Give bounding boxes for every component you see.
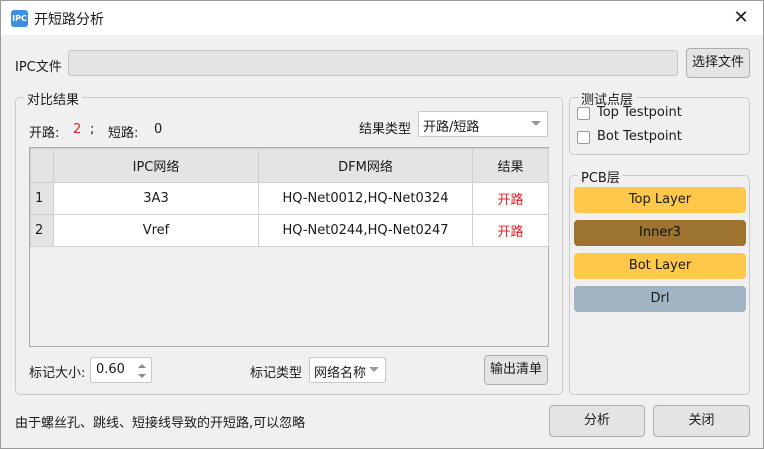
chevron-down-icon (531, 121, 541, 126)
result-type-select[interactable]: 开路/短路 (418, 111, 548, 137)
result-type-label: 结果类型 (359, 122, 412, 137)
close-button[interactable]: 关闭 (653, 405, 750, 437)
marker-type-select[interactable]: 网络名称 (309, 357, 386, 383)
footer-note: 由于螺丝孔、跳线、短接线导致的开短路,可以忽略 (15, 416, 306, 431)
top-testpoint-checkbox[interactable] (577, 107, 590, 120)
export-list-button[interactable]: 输出清单 (484, 355, 548, 385)
count-separator: ; (90, 122, 95, 137)
row-number: 1 (30, 182, 54, 215)
marker-size-value: 0.60 (96, 362, 125, 377)
marker-type-value: 网络名称 (314, 366, 367, 381)
table-row[interactable]: 1 3A3 HQ-Net0012,HQ-Net0324 开路 (30, 182, 549, 215)
cell-result[interactable]: 开路 (472, 182, 549, 215)
table-header-row: IPC网络 DFM网络 结果 (30, 148, 549, 183)
cell-result[interactable]: 开路 (472, 214, 549, 247)
results-table: IPC网络 DFM网络 结果 1 3A3 HQ-Net0012,HQ-Net03… (30, 148, 549, 247)
result-type-value: 开路/短路 (423, 120, 480, 135)
marker-size-label: 标记大小: (29, 366, 86, 381)
column-header-dfm-net[interactable]: DFM网络 (258, 148, 473, 183)
bot-testpoint-checkbox[interactable] (577, 131, 590, 144)
pcb-layer-title: PCB层 (578, 167, 623, 186)
layer-button-drl[interactable]: Drl (574, 286, 746, 312)
cell-dfm-net[interactable]: HQ-Net0012,HQ-Net0324 (258, 182, 473, 215)
select-file-button[interactable]: 选择文件 (686, 48, 750, 78)
spin-down-icon[interactable] (138, 374, 146, 378)
window-title: 开短路分析 (34, 12, 104, 28)
cell-ipc-net[interactable]: 3A3 (53, 182, 259, 215)
row-number: 2 (30, 214, 54, 247)
marker-type-label: 标记类型 (250, 366, 303, 381)
top-testpoint-label[interactable]: Top Testpoint (597, 105, 682, 120)
ipc-file-label: IPC文件 (15, 60, 62, 75)
layer-button-bot-layer[interactable]: Bot Layer (574, 253, 746, 279)
layer-button-inner3[interactable]: Inner3 (574, 220, 746, 246)
cell-dfm-net[interactable]: HQ-Net0244,HQ-Net0247 (258, 214, 473, 247)
column-header-result[interactable]: 结果 (472, 148, 549, 183)
dialog-window: IPC 开短路分析 ✕ IPC文件 选择文件 对比结果 开路: 2 ; 短路: … (0, 0, 764, 449)
cell-ipc-net[interactable]: Vref (53, 214, 259, 247)
layer-button-top-layer[interactable]: Top Layer (574, 187, 746, 213)
spin-up-icon[interactable] (138, 364, 146, 368)
app-icon: IPC (11, 10, 28, 27)
title-bar: IPC 开短路分析 ✕ (1, 1, 763, 35)
close-icon[interactable]: ✕ (727, 5, 755, 31)
column-header-ipc-net[interactable]: IPC网络 (53, 148, 259, 183)
row-number-header (30, 148, 54, 183)
ipc-file-path-field[interactable] (68, 50, 678, 76)
short-count-label: 短路: (108, 126, 139, 141)
bot-testpoint-label[interactable]: Bot Testpoint (597, 129, 682, 144)
chevron-down-icon (369, 367, 379, 372)
marker-size-spinbox[interactable]: 0.60 (90, 357, 152, 383)
open-count-label: 开路: (29, 126, 60, 141)
compare-results-title: 对比结果 (24, 89, 83, 108)
open-count-value: 2 (73, 122, 82, 137)
short-count-value: 0 (154, 122, 163, 137)
analyze-button[interactable]: 分析 (549, 405, 645, 437)
table-row[interactable]: 2 Vref HQ-Net0244,HQ-Net0247 开路 (30, 214, 549, 247)
